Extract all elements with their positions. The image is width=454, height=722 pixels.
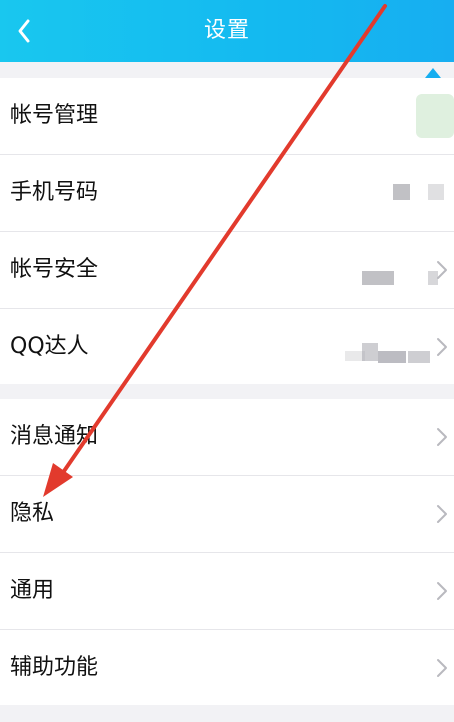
blurred-value <box>408 351 430 363</box>
chevron-right-icon <box>437 659 447 677</box>
settings-item-label: 帐号安全 <box>10 257 99 282</box>
settings-item-qq-talent[interactable]: QQ达人 <box>0 309 454 385</box>
blurred-value <box>393 184 410 200</box>
settings-group-account: 帐号管理 手机号码 帐号安全 QQ达人 <box>0 78 454 384</box>
settings-item-notifications[interactable]: 消息通知 <box>0 399 454 476</box>
caret-up-icon <box>425 68 441 78</box>
blurred-value <box>378 351 406 363</box>
settings-item-general[interactable]: 通用 <box>0 553 454 630</box>
settings-item-label: 帐号管理 <box>10 103 99 128</box>
chevron-right-icon <box>437 261 447 279</box>
chevron-right-icon <box>437 428 447 446</box>
settings-item-account-management[interactable]: 帐号管理 <box>0 78 454 155</box>
chevron-right-icon <box>437 582 447 600</box>
settings-item-privacy[interactable]: 隐私 <box>0 476 454 553</box>
settings-item-label: 消息通知 <box>10 424 99 449</box>
title-bar: 设置 <box>0 0 454 62</box>
settings-item-account-security[interactable]: 帐号安全 <box>0 232 454 309</box>
settings-item-label: 通用 <box>10 578 55 603</box>
settings-item-accessibility[interactable]: 辅助功能 <box>0 630 454 706</box>
blurred-avatar <box>416 94 454 138</box>
blurred-value <box>362 343 378 361</box>
blurred-value <box>428 184 444 200</box>
page-title: 设置 <box>203 18 250 43</box>
settings-group-general: 消息通知 隐私 通用 辅助功能 <box>0 399 454 705</box>
settings-item-label: 隐私 <box>10 501 55 526</box>
settings-item-label: QQ达人 <box>10 334 89 359</box>
chevron-right-icon <box>437 338 447 356</box>
chevron-right-icon <box>437 505 447 523</box>
settings-item-phone-number[interactable]: 手机号码 <box>0 155 454 232</box>
blurred-value <box>362 271 394 285</box>
settings-item-label: 辅助功能 <box>10 655 99 680</box>
settings-item-label: 手机号码 <box>10 180 99 205</box>
